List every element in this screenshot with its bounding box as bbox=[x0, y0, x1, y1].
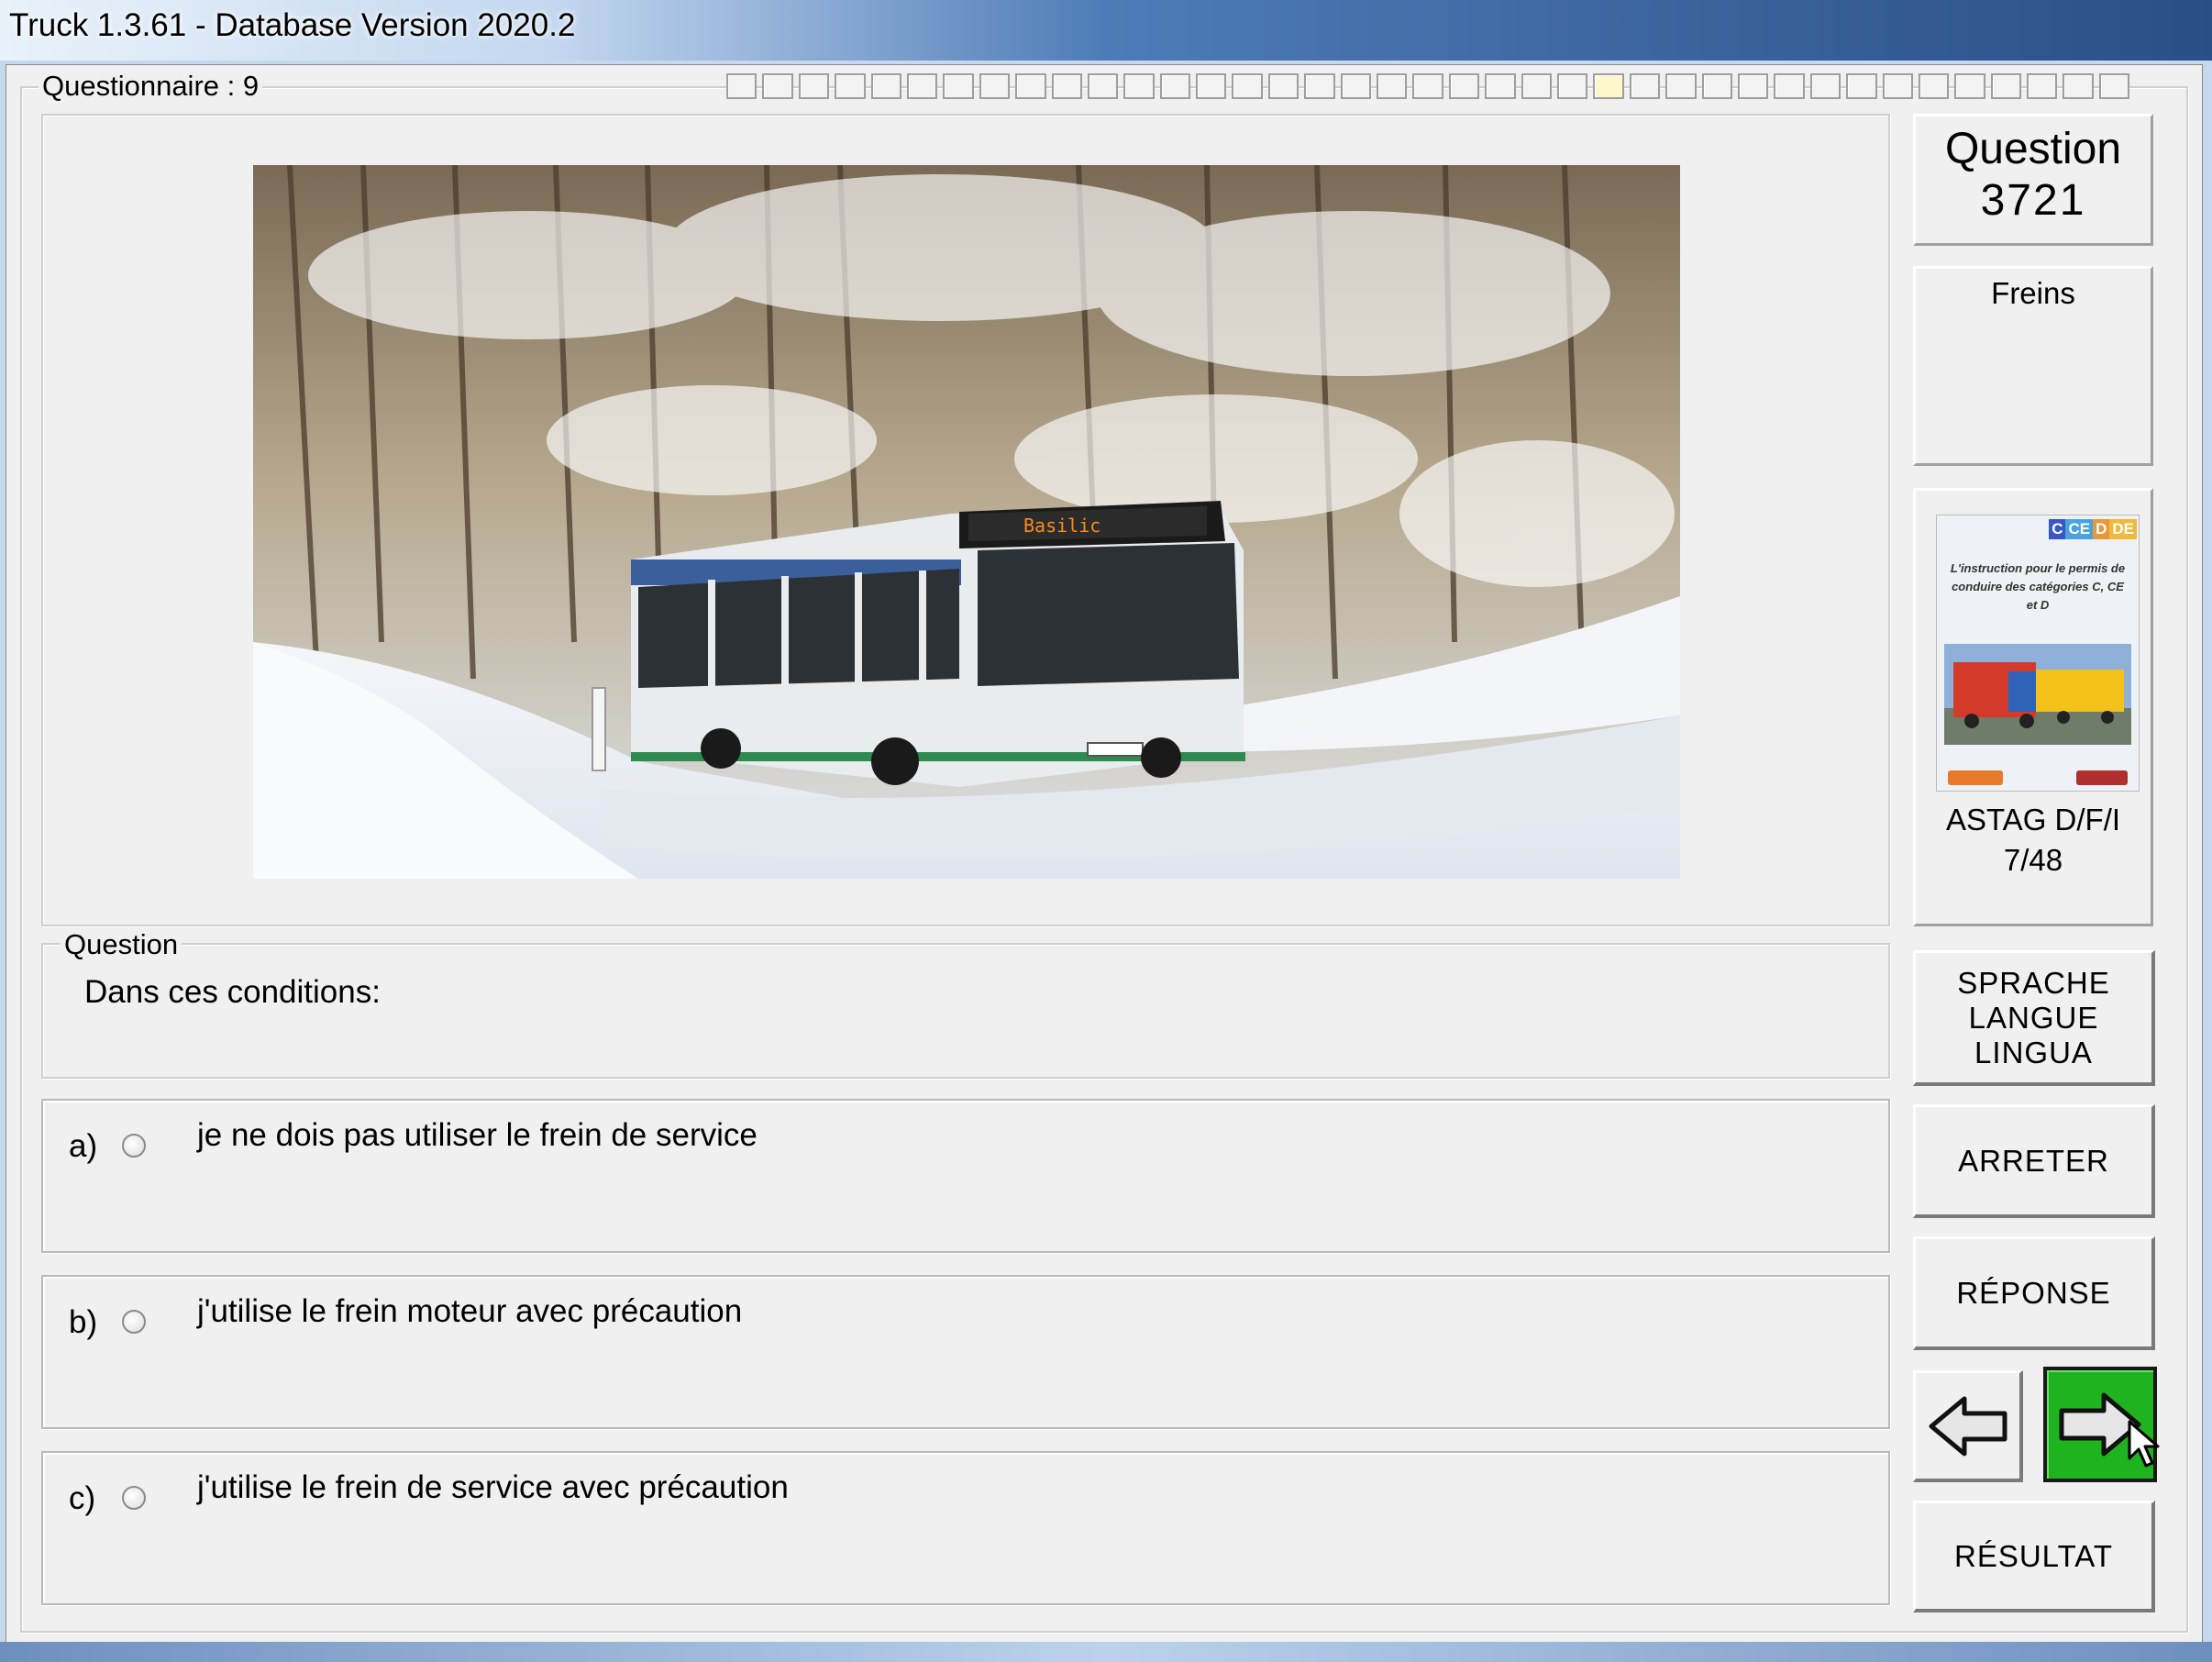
answer-button[interactable]: RÉPONSE bbox=[1913, 1236, 2155, 1350]
next-button[interactable] bbox=[2043, 1367, 2160, 1482]
progress-cell bbox=[762, 73, 793, 99]
answer-text: je ne dois pas utiliser le frein de serv… bbox=[197, 1117, 758, 1153]
result-button[interactable]: RÉSULTAT bbox=[1913, 1501, 2155, 1612]
progress-cell bbox=[798, 73, 830, 99]
category-label: Freins bbox=[1991, 276, 2075, 310]
question-legend: Question bbox=[61, 928, 182, 961]
answer-radio-c[interactable] bbox=[122, 1486, 146, 1510]
answer-radio-b[interactable] bbox=[122, 1310, 146, 1334]
book-label: ASTAG D/F/I bbox=[1945, 803, 2121, 837]
progress-cell bbox=[1556, 73, 1588, 99]
progress-cell bbox=[2027, 73, 2058, 99]
progress-cell bbox=[1448, 73, 1480, 99]
progress-cell bbox=[1051, 73, 1082, 99]
progress-cell bbox=[1412, 73, 1443, 99]
window-title: Truck 1.3.61 - Database Version 2020.2 bbox=[9, 7, 576, 43]
progress-cell bbox=[906, 73, 938, 99]
answer-radio-a[interactable] bbox=[122, 1134, 146, 1158]
progress-cell bbox=[1377, 73, 1408, 99]
question-heading: Question bbox=[1944, 125, 2122, 173]
question-image: Basilic bbox=[253, 165, 1680, 879]
progress-cell bbox=[943, 73, 974, 99]
category-panel: Freins bbox=[1913, 266, 2153, 466]
answer-text: j'utilise le frein moteur avec précautio… bbox=[197, 1293, 743, 1329]
progress-cell bbox=[1196, 73, 1227, 99]
book-cover-trucks bbox=[1944, 644, 2131, 745]
progress-cell bbox=[2098, 73, 2130, 99]
progress-cell bbox=[979, 73, 1011, 99]
answer-a[interactable]: a) je ne dois pas utiliser le frein de s… bbox=[41, 1099, 1890, 1253]
progress-cell bbox=[1593, 73, 1624, 99]
book-page: 7/48 bbox=[2003, 843, 2063, 877]
answer-letter: a) bbox=[69, 1128, 98, 1164]
answer-b[interactable]: b) j'utilise le frein moteur avec précau… bbox=[41, 1275, 1890, 1429]
book-cover-text: L'instruction pour le permis de conduire… bbox=[1950, 561, 2126, 612]
progress-cell bbox=[1485, 73, 1516, 99]
progress-cell bbox=[1990, 73, 2022, 99]
answer-c[interactable]: c) j'utilise le frein de service avec pr… bbox=[41, 1451, 1890, 1605]
progress-cell bbox=[1232, 73, 1263, 99]
progress-cell bbox=[1340, 73, 1372, 99]
question-text: Dans ces conditions: bbox=[84, 974, 381, 1010]
window-bottom-border bbox=[0, 1642, 2212, 1662]
progress-cell bbox=[1665, 73, 1697, 99]
progress-cell bbox=[1737, 73, 1769, 99]
progress-cell bbox=[1267, 73, 1300, 99]
language-button[interactable]: SPRACHE LANGUE LINGUA bbox=[1913, 950, 2155, 1086]
answer-letter: c) bbox=[69, 1480, 96, 1516]
badge-c: C bbox=[2049, 519, 2066, 539]
progress-cell bbox=[1123, 73, 1155, 99]
badge-de: DE bbox=[2109, 519, 2137, 539]
progress-cell bbox=[1918, 73, 1950, 99]
progress-cell bbox=[1159, 73, 1191, 99]
progress-cell bbox=[1304, 73, 1335, 99]
progress-cell bbox=[1954, 73, 1985, 99]
progress-cell bbox=[835, 73, 866, 99]
progress-cell bbox=[1809, 73, 1841, 99]
progress-cell bbox=[726, 73, 758, 99]
progress-cell bbox=[1774, 73, 1805, 99]
progress-cell bbox=[2063, 73, 2094, 99]
progress-cell bbox=[1882, 73, 1913, 99]
previous-button[interactable] bbox=[1913, 1370, 2023, 1482]
progress-cell bbox=[1015, 73, 1046, 99]
stop-button[interactable]: ARRETER bbox=[1913, 1104, 2155, 1218]
badge-ce: CE bbox=[2065, 519, 2094, 539]
progress-cell bbox=[1701, 73, 1732, 99]
progress-cell bbox=[1087, 73, 1119, 99]
book-cover-logos bbox=[1948, 770, 2128, 785]
book-cover: C CE D DE L'instruction pour le permis d… bbox=[1936, 515, 2140, 792]
question-number-panel: Question 3721 bbox=[1913, 114, 2153, 246]
book-panel: C CE D DE L'instruction pour le permis d… bbox=[1913, 488, 2153, 926]
question-number: 3721 bbox=[1980, 176, 2086, 225]
mouse-cursor-icon bbox=[2128, 1420, 2160, 1468]
questionnaire-label: Questionnaire : 9 bbox=[39, 70, 263, 103]
answer-letter: b) bbox=[69, 1304, 98, 1340]
answer-text: j'utilise le frein de service avec préca… bbox=[197, 1469, 789, 1505]
title-bar: Truck 1.3.61 - Database Version 2020.2 bbox=[0, 0, 2212, 61]
svg-text:Basilic: Basilic bbox=[1023, 515, 1100, 537]
badge-d: D bbox=[2093, 519, 2110, 539]
question-group bbox=[41, 943, 1890, 1079]
progress-cell bbox=[1629, 73, 1661, 99]
category-badges: C CE D DE bbox=[2049, 519, 2137, 539]
progress-cell bbox=[1521, 73, 1552, 99]
progress-cell bbox=[870, 73, 901, 99]
arrow-left-icon bbox=[1929, 1396, 2007, 1456]
progress-bar bbox=[726, 73, 2130, 99]
progress-cell bbox=[1846, 73, 1877, 99]
